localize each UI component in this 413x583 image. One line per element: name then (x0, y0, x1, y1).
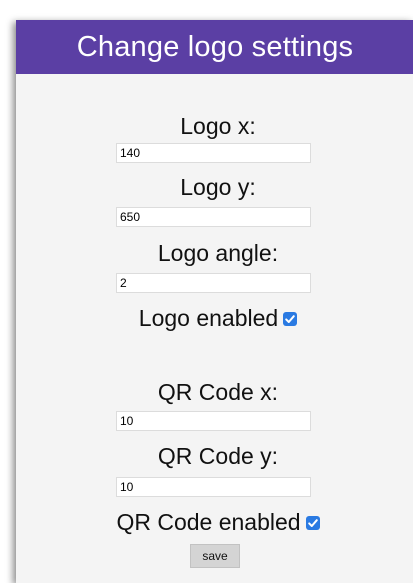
logo-y-label: Logo y: (180, 174, 256, 200)
qr-enabled-checkbox[interactable] (305, 515, 320, 530)
save-button[interactable]: save (190, 544, 240, 568)
panel-header: Change logo settings (16, 20, 413, 74)
checkmark-icon (285, 315, 296, 323)
qr-y-label: QR Code y: (157, 443, 279, 469)
logo-enabled-label: Logo enabled (138, 305, 279, 331)
settings-form: Logo x: Logo y: Logo angle: Logo enabled… (16, 74, 413, 583)
logo-angle-input[interactable] (116, 273, 311, 293)
settings-panel: Change logo settings Logo x: Logo y: Log… (16, 20, 413, 583)
qr-x-input[interactable] (116, 411, 311, 431)
page-title: Change logo settings (76, 31, 354, 63)
checkmark-icon (307, 519, 318, 527)
qr-enabled-label: QR Code enabled (116, 509, 301, 535)
qr-y-input[interactable] (116, 477, 311, 497)
logo-x-label: Logo x: (180, 113, 256, 139)
qr-x-label: QR Code x: (157, 379, 279, 405)
logo-angle-label: Logo angle: (157, 240, 279, 266)
qr-enabled-row: QR Code enabled (16, 509, 413, 535)
logo-x-input[interactable] (116, 143, 311, 163)
logo-enabled-checkbox[interactable] (283, 311, 298, 326)
logo-y-input[interactable] (116, 207, 311, 227)
logo-enabled-row: Logo enabled (16, 305, 413, 331)
